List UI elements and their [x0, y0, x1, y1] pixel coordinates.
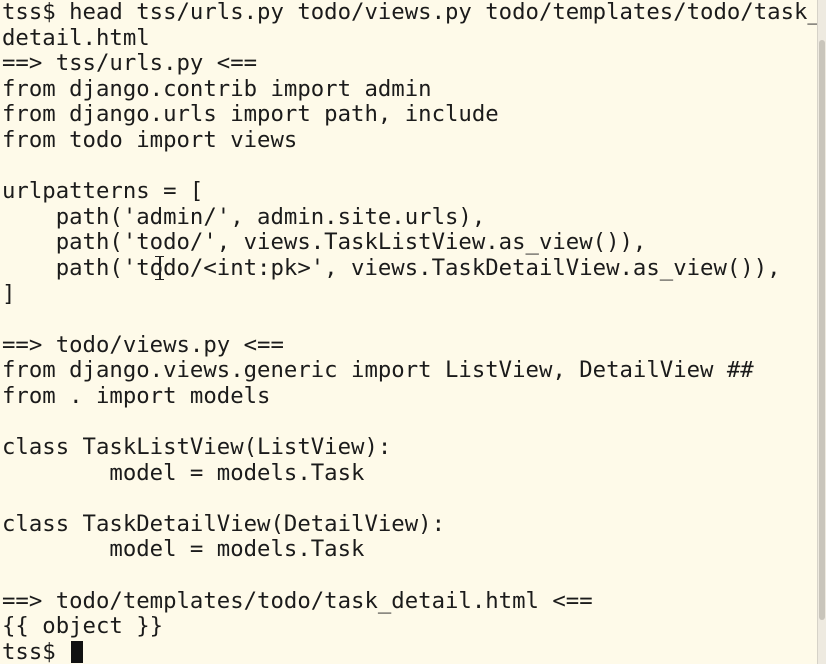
terminal-window[interactable]: tss$ head tss/urls.py todo/views.py todo… — [0, 0, 817, 664]
terminal-line: ] — [2, 280, 16, 307]
terminal-line: ==> todo/templates/todo/task_detail.html… — [2, 587, 593, 614]
terminal-line: path('todo/<int:pk>', views.TaskDetailVi… — [2, 254, 781, 281]
terminal-line: urlpatterns = [ — [2, 178, 204, 205]
terminal-line: detail.html — [2, 24, 150, 51]
terminal-line: from django.urls import path, include — [2, 101, 499, 128]
terminal-line: ==> todo/views.py <== — [2, 331, 284, 358]
terminal-line: from django.contrib import admin — [2, 75, 432, 102]
terminal-line: path('todo/', views.TaskListView.as_view… — [2, 229, 647, 256]
terminal-line: tss$ head tss/urls.py todo/views.py todo… — [2, 0, 817, 25]
terminal-line: ==> tss/urls.py <== — [2, 50, 258, 77]
terminal-line: from django.views.generic import ListVie… — [2, 357, 754, 384]
terminal-line: path('admin/', admin.site.urls), — [2, 203, 486, 230]
shell-prompt: tss$ — [2, 638, 70, 664]
terminal-line: model = models.Task — [2, 459, 365, 486]
scrollbar-thumb[interactable] — [819, 40, 825, 620]
terminal-output: tss$ head tss/urls.py todo/views.py todo… — [2, 0, 817, 664]
terminal-line: {{ object }} — [2, 613, 164, 640]
terminal-line: class TaskListView(ListView): — [2, 434, 392, 461]
terminal-prompt-line[interactable]: tss$ — [2, 638, 817, 664]
terminal-line: model = models.Task — [2, 536, 365, 563]
ibeam-cursor-icon — [155, 255, 164, 281]
terminal-line: from . import models — [2, 382, 271, 409]
text-cursor — [71, 640, 84, 663]
terminal-line: class TaskDetailView(DetailView): — [2, 510, 445, 537]
terminal-line: from todo import views — [2, 126, 298, 153]
scrollbar[interactable] — [817, 0, 826, 664]
